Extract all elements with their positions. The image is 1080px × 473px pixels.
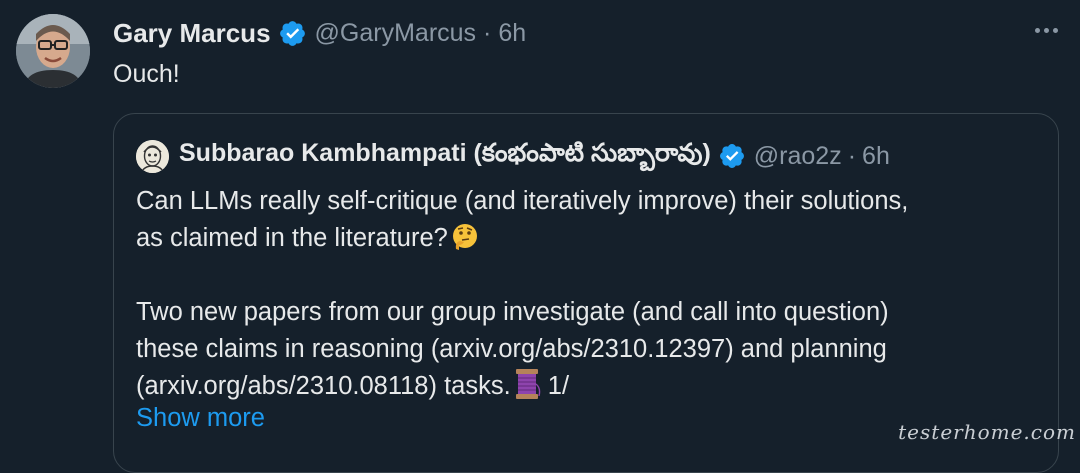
separator-dot: · [847, 141, 857, 170]
quoted-tweet-timestamp[interactable]: 6h [862, 142, 890, 171]
tweet-timestamp[interactable]: 6h [498, 19, 526, 48]
thinking-face-emoji [452, 224, 477, 250]
text-line: these claims in reasoning (arxiv.org/abs… [136, 335, 887, 363]
quoted-author-name[interactable]: Subbarao Kambhampati (కంభంపాటి సుబ్బారావ… [179, 139, 711, 174]
tweet-header: Gary Marcus @GaryMarcus · 6h [113, 16, 526, 50]
sketch-portrait-icon [136, 139, 169, 173]
quoted-author-handle[interactable]: @rao2z [754, 142, 842, 171]
quoted-author-avatar [136, 139, 169, 173]
watermark: testerhome.com [898, 420, 1076, 444]
tweet-text: Ouch! [113, 60, 180, 88]
verified-badge-icon [279, 20, 305, 46]
verified-badge-icon [719, 144, 744, 168]
text-line: (arxiv.org/abs/2310.08118) tasks. 1/ [136, 368, 1036, 405]
thread-spool-emoji [515, 369, 540, 399]
author-name[interactable]: Gary Marcus [113, 18, 271, 49]
quoted-tweet-card[interactable]: Subbarao Kambhampati (కంభంపాటి సుబ్బారావ… [113, 113, 1059, 473]
separator-dot: · [483, 18, 492, 47]
show-more-link[interactable]: Show more [136, 404, 265, 433]
text-line: as claimed in the literature? [136, 220, 1036, 257]
text-line: Can LLMs really self-critique (and itera… [136, 187, 909, 215]
author-avatar[interactable] [16, 14, 90, 88]
quoted-tweet-header: Subbarao Kambhampati (కంభంపాటి సుబ్బారావ… [136, 139, 890, 173]
quoted-tweet-text: Can LLMs really self-critique (and itera… [136, 183, 1036, 405]
more-options-icon[interactable] [1035, 28, 1058, 33]
profile-photo [16, 14, 90, 88]
text-line: Two new papers from our group investigat… [136, 298, 889, 326]
author-handle[interactable]: @GaryMarcus [315, 19, 477, 48]
